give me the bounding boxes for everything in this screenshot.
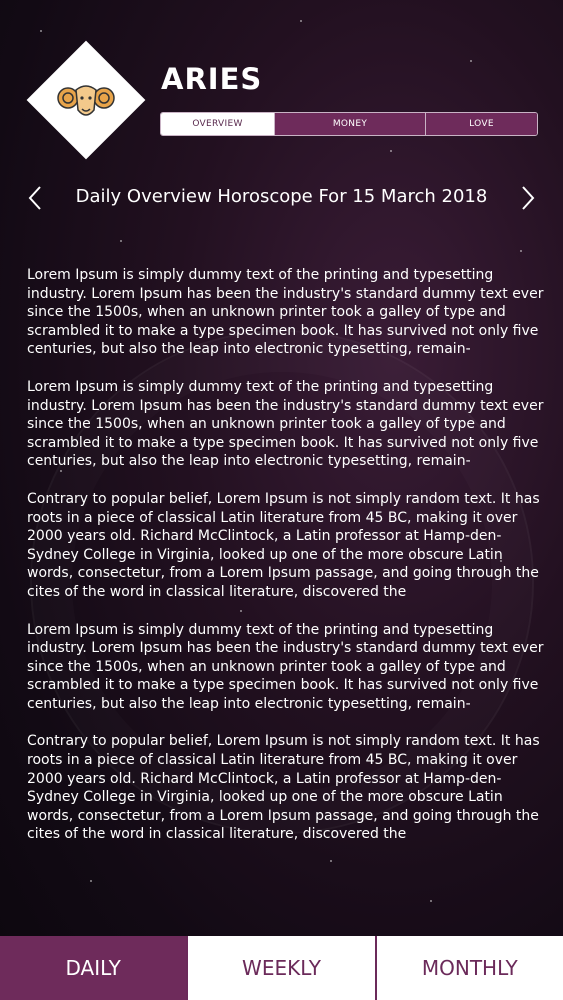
horoscope-paragraph: Contrary to popular belief, Lorem Ipsum … [27,733,540,843]
category-tabs: OVERVIEW MONEY LOVE [160,112,538,136]
tab-weekly[interactable]: WEEKLY [186,936,375,1000]
horoscope-paragraph: Contrary to popular belief, Lorem Ipsum … [27,490,540,600]
tab-money[interactable]: MONEY [274,113,425,135]
chevron-right-icon[interactable] [515,184,539,212]
tab-overview[interactable]: OVERVIEW [161,113,274,135]
horoscope-paragraph: Lorem Ipsum is simply dummy text of the … [27,267,544,358]
horoscope-paragraph: Lorem Ipsum is simply dummy text of the … [27,378,544,470]
horoscope-text: Lorem Ipsum is simply dummy text of the … [27,266,552,863]
sign-logo [26,40,146,160]
date-navigation: Daily Overview Horoscope For 15 March 20… [0,178,563,218]
ram-head-icon [57,85,115,116]
sign-title: ARIES [161,62,263,96]
period-tab-bar: DAILY WEEKLY MONTHLY [0,936,563,1000]
tab-monthly[interactable]: MONTHLY [374,936,563,1000]
horoscope-date-title: Daily Overview Horoscope For 15 March 20… [75,186,488,207]
tab-love[interactable]: LOVE [425,113,537,135]
horoscope-paragraph: Lorem Ipsum is simply dummy text of the … [27,621,544,712]
tab-daily[interactable]: DAILY [0,936,187,1000]
